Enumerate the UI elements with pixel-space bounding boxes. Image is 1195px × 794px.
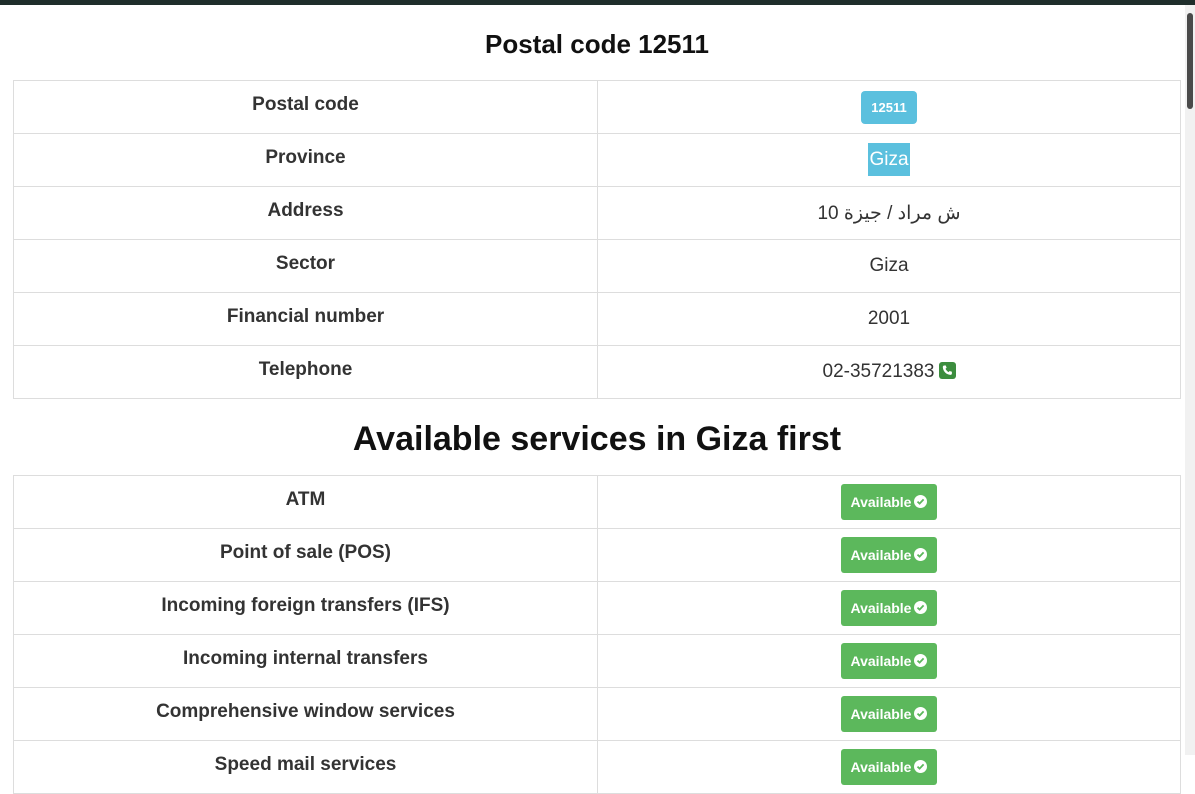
available-label: Available [850,600,912,616]
province-cell: Giza [597,133,1181,187]
services-title: Available services in Giza first [352,420,842,458]
service-name: ATM [13,475,598,529]
available-button[interactable]: Available [840,537,938,573]
table-row: Point of sale (POS) Available [13,528,1181,582]
check-circle-icon [914,601,928,614]
province-value: Giza [868,143,910,176]
phone-square-icon[interactable] [938,362,956,379]
address-value: ش مراد / جيزة 10 [817,202,961,224]
available-label: Available [850,706,912,722]
financial-number-value: 2001 [597,292,1181,346]
telephone-link[interactable]: 02-35721383 [823,361,935,382]
available-label: Available [850,653,912,669]
telephone-label: Telephone [13,345,598,399]
available-label: Available [850,494,912,510]
address-cell: ش مراد / جيزة 10 [597,186,1181,240]
table-row: Incoming internal transfers Available [13,634,1181,688]
service-status-cell: Available [597,687,1181,741]
table-row: Speed mail services Available [13,740,1181,794]
table-row: Comprehensive window services Available [13,687,1181,741]
address-label: Address [13,186,598,240]
table-row: Sector Giza [13,239,1181,293]
scrollbar-thumb[interactable] [1187,13,1193,109]
available-button[interactable]: Available [840,590,938,626]
service-status-cell: Available [597,528,1181,582]
service-name: Incoming foreign transfers (IFS) [13,581,598,635]
sector-value: Giza [597,239,1181,293]
telephone-cell: 02-35721383 [597,345,1181,399]
check-circle-icon [914,548,928,561]
postal-code-label: Postal code [13,80,598,134]
service-status-cell: Available [597,634,1181,688]
check-circle-icon [914,707,928,720]
service-name: Speed mail services [13,740,598,794]
available-label: Available [850,547,912,563]
postal-code-badge: 12511 [861,90,917,124]
check-circle-icon [914,760,928,773]
financial-number-label: Financial number [13,292,598,346]
table-row: Province Giza [13,133,1181,187]
table-row: Address ش مراد / جيزة 10 [13,186,1181,240]
table-row: Telephone 02-35721383 [13,345,1181,399]
service-name: Incoming internal transfers [13,634,598,688]
services-table: ATM Available Point of sale (POS) Availa… [13,475,1181,794]
page-title: Postal code 12511 [484,29,710,59]
available-label: Available [850,759,912,775]
service-name: Comprehensive window services [13,687,598,741]
check-circle-icon [914,495,928,508]
service-status-cell: Available [597,740,1181,794]
page-content: Postal code 12511 Postal code 12511 Prov… [13,5,1181,794]
service-status-cell: Available [597,581,1181,635]
table-row: Postal code 12511 [13,80,1181,134]
postal-info-table: Postal code 12511 Province Giza Address … [13,80,1181,399]
postal-code-cell: 12511 [597,80,1181,134]
available-button[interactable]: Available [840,643,938,679]
service-name: Point of sale (POS) [13,528,598,582]
service-status-cell: Available [597,475,1181,529]
table-row: ATM Available [13,475,1181,529]
sector-label: Sector [13,239,598,293]
vertical-scrollbar[interactable] [1185,5,1195,755]
available-button[interactable]: Available [840,749,938,785]
province-label: Province [13,133,598,187]
table-row: Financial number 2001 [13,292,1181,346]
check-circle-icon [914,654,928,667]
table-row: Incoming foreign transfers (IFS) Availab… [13,581,1181,635]
available-button[interactable]: Available [840,484,938,520]
available-button[interactable]: Available [840,696,938,732]
